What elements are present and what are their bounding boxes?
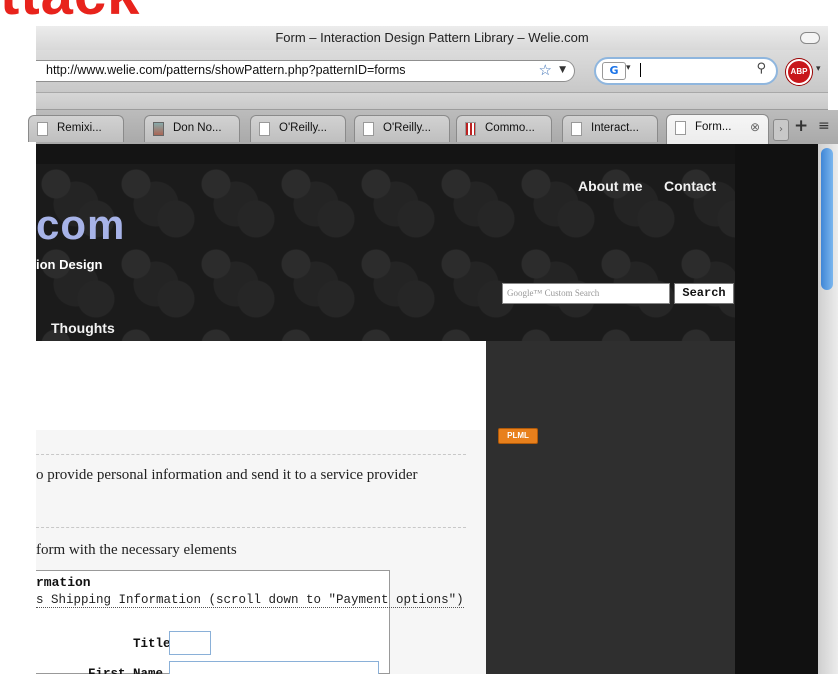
vertical-scrollbar[interactable]: [818, 144, 838, 674]
url-dropdown-icon[interactable]: ▼: [559, 65, 566, 75]
site-tagline: ion Design: [36, 257, 103, 272]
browser-search-input[interactable]: G ▾ ⚲: [594, 57, 778, 85]
tab-commons[interactable]: Commo...: [456, 115, 552, 142]
navigation-toolbar: http://www.welie.com/patterns/showPatter…: [36, 50, 828, 93]
flickr-icon: [465, 122, 476, 136]
adblock-dropdown-icon[interactable]: ▾: [816, 64, 821, 74]
plml-badge[interactable]: PLML: [498, 428, 538, 444]
text-cursor: [640, 63, 641, 77]
tab-label: Form...: [695, 121, 732, 133]
new-tab-icon[interactable]: +: [794, 116, 808, 136]
tab-bar: Remixi... Don No... O'Reilly... O'Reilly…: [28, 110, 838, 145]
page-icon: [259, 122, 270, 136]
title-label: Title: [133, 637, 171, 651]
page-icon: [363, 122, 374, 136]
solution-text: form with the necessary elements: [36, 542, 237, 558]
tab-label: Interact...: [591, 122, 639, 134]
tab-label: Don No...: [173, 122, 222, 134]
photo-icon: [153, 122, 164, 136]
toolbar-toggle-button[interactable]: [800, 32, 820, 44]
tab-scroll-right-icon[interactable]: ›: [773, 119, 789, 141]
title-input[interactable]: [169, 631, 211, 655]
site-search-placeholder: Google™ Custom Search: [507, 288, 600, 298]
window-title: Form – Interaction Design Pattern Librar…: [275, 30, 589, 45]
nav-contact[interactable]: Contact: [664, 178, 716, 194]
scrollbar-thumb[interactable]: [821, 148, 833, 290]
chevron-down-icon[interactable]: ▾: [626, 63, 631, 73]
page-icon: [571, 122, 582, 136]
form-subheading: s Shipping Information (scroll down to "…: [36, 593, 464, 608]
tab-label: O'Reilly...: [279, 122, 327, 134]
search-icon[interactable]: ⚲: [756, 61, 766, 76]
example-form: rmation s Shipping Information (scroll d…: [36, 570, 464, 683]
tab-don-norman[interactable]: Don No...: [144, 115, 240, 142]
sidebar: [486, 341, 735, 674]
search-engine-icon[interactable]: G: [602, 62, 626, 80]
tab-label: Remixi...: [57, 122, 102, 134]
page-icon: [37, 122, 48, 136]
tab-oreilly-2[interactable]: O'Reilly...: [354, 115, 450, 142]
form-heading: rmation: [36, 575, 91, 590]
tab-label: Commo...: [485, 122, 535, 134]
site-search-input[interactable]: Google™ Custom Search: [502, 283, 670, 304]
tab-interaction[interactable]: Interact...: [562, 115, 658, 142]
close-tab-icon[interactable]: ⊗: [750, 115, 760, 140]
page-bottom-margin: [0, 674, 838, 690]
slide-heading-fragment: ttack: [0, 0, 140, 24]
tab-oreilly-1[interactable]: O'Reilly...: [250, 115, 346, 142]
site-search-button[interactable]: Search: [674, 283, 734, 304]
site-logo[interactable]: com: [36, 201, 125, 249]
page-dark-margin: [735, 144, 818, 674]
nav-about-me[interactable]: About me: [578, 178, 643, 194]
problem-text: o provide personal information and send …: [36, 467, 418, 483]
window-titlebar: Form – Interaction Design Pattern Librar…: [36, 26, 828, 50]
page-icon: [675, 121, 686, 135]
nav-thoughts[interactable]: Thoughts: [51, 320, 115, 336]
site-header-top: [36, 144, 735, 164]
url-text: http://www.welie.com/patterns/showPatter…: [46, 63, 406, 77]
tab-form[interactable]: Form... ⊗: [666, 114, 769, 144]
tab-remixing[interactable]: Remixi...: [28, 115, 124, 142]
bookmark-star-icon[interactable]: ☆: [539, 61, 552, 79]
divider: [36, 527, 466, 528]
tab-label: O'Reilly...: [383, 122, 431, 134]
divider: [36, 454, 466, 455]
url-bar[interactable]: http://www.welie.com/patterns/showPatter…: [36, 60, 575, 82]
adblock-plus-icon[interactable]: ABP: [786, 59, 812, 85]
tab-list-icon[interactable]: ≡: [818, 118, 830, 134]
bookmarks-bar: [36, 93, 828, 110]
